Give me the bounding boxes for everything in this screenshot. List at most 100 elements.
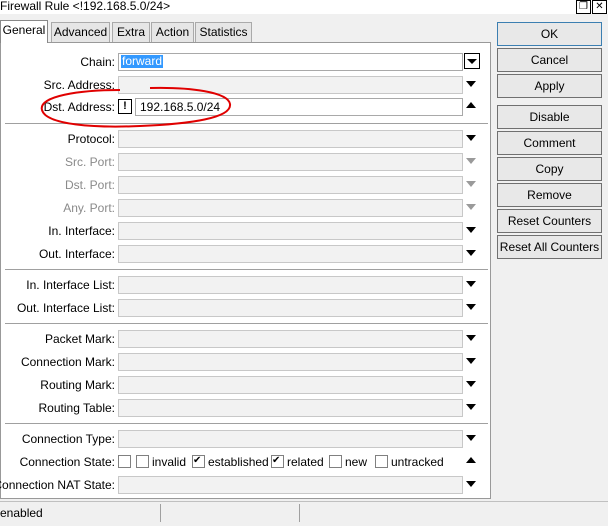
expand-down-icon[interactable]: [466, 227, 476, 233]
src-port-field[interactable]: [118, 153, 463, 171]
dst-address-value: 192.168.5.0/24: [140, 100, 221, 114]
expand-down-icon[interactable]: [466, 304, 476, 310]
established-label: established: [208, 455, 269, 469]
dst-address-row: Dst. Address: ! 192.168.5.0/24: [1, 98, 490, 116]
dst-port-row: Dst. Port:: [1, 176, 490, 194]
src-port-row: Src. Port:: [1, 153, 490, 171]
close-icon[interactable]: ✕: [592, 0, 607, 14]
tab-advanced[interactable]: Advanced: [51, 22, 110, 42]
expand-down-icon[interactable]: [466, 335, 476, 341]
expand-down-icon[interactable]: [466, 404, 476, 410]
general-panel: Chain: forward Src. Address: Dst. Addres…: [0, 42, 491, 499]
out-interface-list-field[interactable]: [118, 299, 463, 317]
in-interface-list-row: In. Interface List:: [1, 276, 490, 294]
untracked-checkbox[interactable]: [375, 455, 388, 468]
restore-icon[interactable]: ❐: [576, 0, 591, 14]
window-title: Firewall Rule <!192.168.5.0/24>: [0, 0, 171, 13]
negate-toggle[interactable]: !: [118, 99, 132, 114]
connection-nat-state-row: Connection NAT State:: [0, 476, 490, 494]
routing-mark-row: Routing Mark:: [1, 376, 490, 394]
connection-type-label: Connection Type:: [21, 432, 115, 446]
connection-nat-state-label: Connection NAT State:: [0, 478, 115, 492]
tab-extra[interactable]: Extra: [112, 22, 150, 42]
expand-down-icon[interactable]: [466, 481, 476, 487]
out-interface-field[interactable]: [118, 245, 463, 263]
invalid-checkbox[interactable]: [136, 455, 149, 468]
connection-state-row: Connection State: invalid established re…: [1, 453, 490, 471]
chain-dropdown-button[interactable]: [464, 53, 480, 69]
divider: [5, 269, 488, 270]
chain-row: Chain: forward: [1, 53, 490, 71]
expand-down-icon: [466, 181, 476, 187]
ok-button[interactable]: OK: [497, 22, 602, 46]
divider: [5, 123, 488, 124]
expand-down-icon[interactable]: [466, 135, 476, 141]
title-bar: Firewall Rule <!192.168.5.0/24> ❐ ✕: [0, 0, 608, 14]
status-enabled: enabled: [0, 506, 43, 520]
reset-all-counters-button[interactable]: Reset All Counters: [497, 235, 602, 259]
out-interface-list-row: Out. Interface List:: [1, 299, 490, 317]
out-interface-label: Out. Interface:: [38, 247, 115, 261]
packet-mark-field[interactable]: [118, 330, 463, 348]
connection-state-negate-checkbox[interactable]: [118, 455, 131, 468]
protocol-field[interactable]: [118, 130, 463, 148]
dst-address-label: Dst. Address:: [43, 100, 115, 114]
dst-port-field[interactable]: [118, 176, 463, 194]
routing-table-row: Routing Table:: [1, 399, 490, 417]
status-bar: enabled: [0, 501, 608, 523]
protocol-label: Protocol:: [67, 132, 115, 146]
in-interface-list-label: In. Interface List:: [26, 278, 115, 292]
collapse-up-icon[interactable]: [466, 457, 476, 463]
expand-down-icon[interactable]: [466, 281, 476, 287]
dst-port-label: Dst. Port:: [64, 178, 115, 192]
packet-mark-label: Packet Mark:: [44, 332, 115, 346]
expand-down-icon: [466, 158, 476, 164]
reset-counters-button[interactable]: Reset Counters: [497, 209, 602, 233]
in-interface-label: In. Interface:: [48, 224, 115, 238]
expand-down-icon[interactable]: [466, 81, 476, 87]
expand-down-icon[interactable]: [466, 435, 476, 441]
divider: [5, 323, 488, 324]
tab-general[interactable]: General: [0, 20, 48, 43]
any-port-label: Any. Port:: [63, 201, 115, 215]
routing-table-field[interactable]: [118, 399, 463, 417]
chain-value: forward: [121, 54, 164, 68]
routing-mark-label: Routing Mark:: [40, 378, 115, 392]
expand-down-icon[interactable]: [466, 250, 476, 256]
related-checkbox[interactable]: [271, 454, 284, 468]
connection-mark-field[interactable]: [118, 353, 463, 371]
established-checkbox[interactable]: [192, 454, 205, 468]
divider: [5, 423, 488, 424]
chain-select[interactable]: forward: [118, 53, 463, 71]
connection-nat-state-field[interactable]: [118, 476, 463, 494]
protocol-row: Protocol:: [1, 130, 490, 148]
cancel-button[interactable]: Cancel: [497, 48, 602, 72]
routing-mark-field[interactable]: [118, 376, 463, 394]
untracked-label: untracked: [391, 455, 444, 469]
comment-button[interactable]: Comment: [497, 131, 602, 155]
out-interface-list-label: Out. Interface List:: [16, 301, 115, 315]
disable-button[interactable]: Disable: [497, 105, 602, 129]
src-port-label: Src. Port:: [64, 155, 115, 169]
routing-table-label: Routing Table:: [38, 401, 116, 415]
any-port-field[interactable]: [118, 199, 463, 217]
in-interface-list-field[interactable]: [118, 276, 463, 294]
tab-statistics[interactable]: Statistics: [195, 22, 252, 42]
in-interface-field[interactable]: [118, 222, 463, 240]
collapse-up-icon[interactable]: [466, 102, 476, 108]
new-checkbox[interactable]: [329, 455, 342, 468]
chevron-down-icon: [467, 59, 477, 64]
connection-state-label: Connection State:: [19, 455, 115, 469]
src-address-field[interactable]: [118, 76, 463, 94]
copy-button[interactable]: Copy: [497, 157, 602, 181]
expand-down-icon[interactable]: [466, 381, 476, 387]
apply-button[interactable]: Apply: [497, 74, 602, 98]
connection-type-field[interactable]: [118, 430, 463, 448]
tab-action[interactable]: Action: [151, 22, 194, 42]
remove-button[interactable]: Remove: [497, 183, 602, 207]
expand-down-icon[interactable]: [466, 358, 476, 364]
related-label: related: [287, 455, 324, 469]
src-address-label: Src. Address:: [43, 78, 115, 92]
dst-address-field[interactable]: 192.168.5.0/24: [135, 98, 463, 116]
connection-type-row: Connection Type:: [1, 430, 490, 448]
